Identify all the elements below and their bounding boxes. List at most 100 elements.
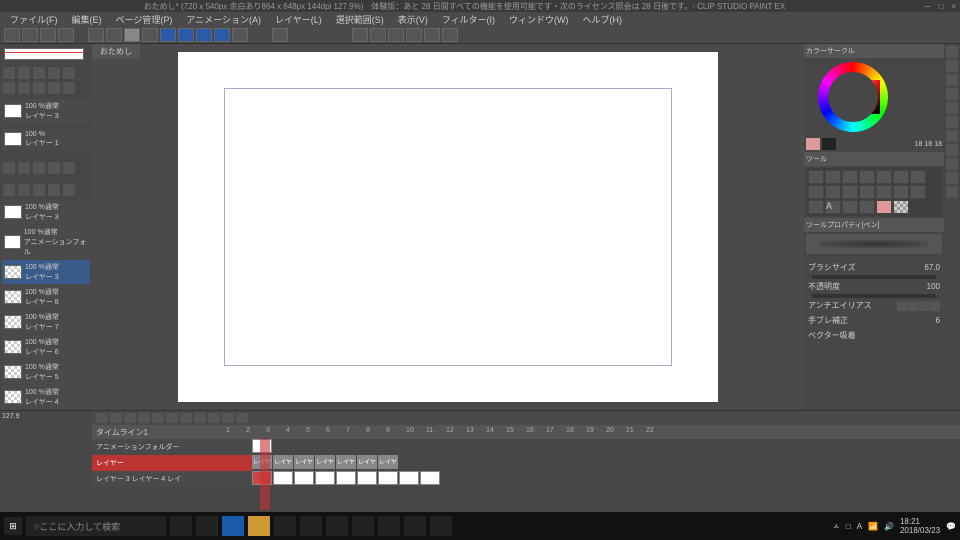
misc3-button[interactable] [388,28,404,42]
task-view-icon[interactable] [170,516,192,536]
menu-help[interactable]: ヘルプ(H) [577,13,629,26]
timeline-cell-label[interactable]: レイヤー 5 [315,455,335,469]
layer-row[interactable]: 100 %通常レイヤー 3 [2,260,90,284]
tool-fill[interactable] [893,185,909,199]
layer-row[interactable]: 100 %通常レイヤー 8 [2,285,90,309]
tl-opt-3[interactable] [222,413,234,423]
tool-eraser[interactable] [859,185,875,199]
strip-btn-11[interactable] [946,186,958,198]
layer-btn-4[interactable] [47,183,61,197]
tool-eyedropper[interactable] [876,170,892,184]
strip-btn-1[interactable] [946,46,958,58]
tool-color-preview[interactable] [876,200,892,214]
strip-btn-5[interactable] [946,102,958,114]
layer-row[interactable]: 100 %通常レイヤー 4 [2,385,90,409]
tl-opt-2[interactable] [208,413,220,423]
tray-wifi-icon[interactable]: 📶 [868,522,878,531]
redo-button[interactable] [106,28,122,42]
bg-swatch[interactable] [822,138,836,150]
strip-btn-10[interactable] [946,172,958,184]
grid-button[interactable] [232,28,248,42]
timeline-frame-cell[interactable] [420,471,440,485]
layer-row[interactable]: 100 %通常アニメーションフォル [2,225,90,259]
layer-row[interactable]: 100 %通常レイヤー 7 [2,310,90,334]
tool-shape[interactable] [808,200,824,214]
tool-transparent[interactable] [893,200,909,214]
nav-tool-4[interactable] [47,66,61,80]
nav-tool-1[interactable] [2,66,16,80]
layer-btn-3[interactable] [32,183,46,197]
menu-animation[interactable]: アニメーション(A) [180,13,267,26]
tray-clock[interactable]: 18:21 2018/03/23 [900,517,940,535]
open-button[interactable] [40,28,56,42]
opacity-slider[interactable] [812,294,936,298]
misc5-button[interactable] [424,28,440,42]
misc6-button[interactable] [442,28,458,42]
menu-select[interactable]: 選択範囲(S) [330,13,390,26]
menu-page[interactable]: ページ管理(P) [110,13,179,26]
nav-tool-7[interactable] [17,81,31,95]
taskbar-app-4[interactable] [352,516,374,536]
strip-btn-6[interactable] [946,116,958,128]
tray-volume-icon[interactable]: 🔊 [884,522,894,531]
assist-button[interactable] [272,28,288,42]
timeline-ruler[interactable]: 12345678910111213141516171819202122 [226,427,956,437]
tl-loop[interactable] [180,413,192,423]
menu-view[interactable]: 表示(V) [392,13,434,26]
layer-op-3[interactable] [32,161,46,175]
tl-next[interactable] [152,413,164,423]
snap3-button[interactable] [196,28,212,42]
color-panel-tab[interactable]: カラーサークル [804,44,944,58]
layer-op-5[interactable] [62,161,76,175]
timeline-frame-cell[interactable] [399,471,419,485]
aa-opt-3[interactable] [919,301,929,311]
timeline-cell-label[interactable]: レイヤー 7 [357,455,377,469]
timeline-frame-cell[interactable] [378,471,398,485]
tray-icon-1[interactable]: ㅅ [832,521,839,532]
undo-button[interactable] [88,28,104,42]
strip-btn-4[interactable] [946,88,958,100]
nav-tool-5[interactable] [62,66,76,80]
property-panel-tab[interactable]: ツールプロパティ[ペン] [804,218,944,232]
tool-ruler[interactable] [859,200,875,214]
tray-icon-2[interactable]: □ [846,522,851,531]
menu-file[interactable]: ファイル(F) [4,13,64,26]
brush-size-slider[interactable] [812,275,936,279]
nav-tool-9[interactable] [47,81,61,95]
tool-balloon[interactable] [842,200,858,214]
snap2-button[interactable] [178,28,194,42]
tool-wand[interactable] [859,170,875,184]
misc2-button[interactable] [370,28,386,42]
explorer-icon[interactable] [248,516,270,536]
tool-gradient[interactable] [910,185,926,199]
playhead[interactable] [260,439,270,510]
tray-icon-3[interactable]: A [857,522,862,531]
menu-layer[interactable]: レイヤー(L) [269,13,328,26]
aa-opt-2[interactable] [908,301,918,311]
layer-op-1[interactable] [2,161,16,175]
clip-button[interactable] [4,28,20,42]
tl-last[interactable] [166,413,178,423]
taskbar-app-6[interactable] [404,516,426,536]
timeline-frame-cell[interactable] [273,471,293,485]
taskbar-app-2[interactable] [300,516,322,536]
tool-text[interactable]: A [825,200,841,214]
fg-swatch[interactable] [806,138,820,150]
close-icon[interactable]: × [951,2,956,11]
eye-button[interactable] [124,28,140,42]
navigator-thumbnail[interactable] [4,48,84,60]
search-box[interactable]: ○ ここに入力して検索 [26,516,166,536]
layer-op-4[interactable] [47,161,61,175]
minimize-icon[interactable]: ─ [925,2,931,11]
nav-tool-2[interactable] [17,66,31,80]
canvas[interactable] [178,52,718,402]
tool-pen[interactable] [893,170,909,184]
clear-button[interactable] [142,28,158,42]
menu-window[interactable]: ウィンドウ(W) [503,13,575,26]
strip-btn-3[interactable] [946,74,958,86]
menu-filter[interactable]: フィルター(I) [436,13,501,26]
nav-tool-6[interactable] [2,81,16,95]
nav-tool-8[interactable] [32,81,46,95]
tl-new[interactable] [96,413,108,423]
tool-deco[interactable] [842,185,858,199]
